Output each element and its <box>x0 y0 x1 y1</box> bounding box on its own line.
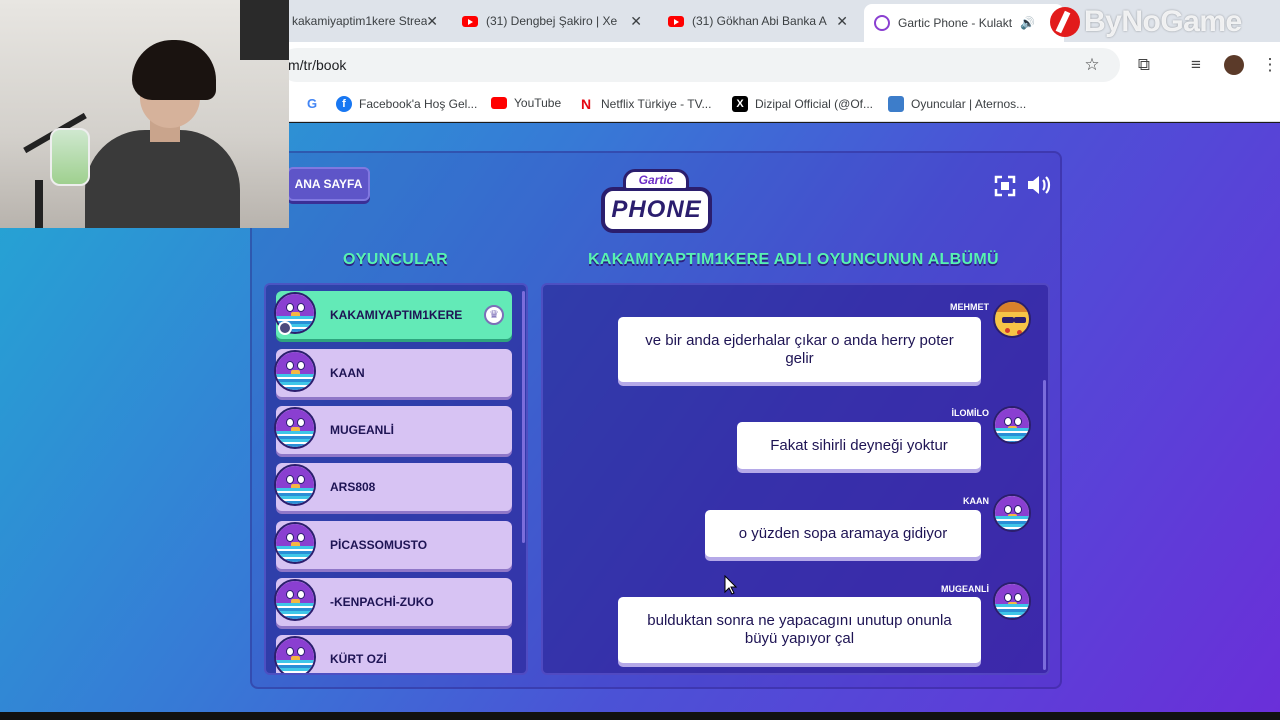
pizza-avatar-icon <box>993 300 1031 338</box>
url-text: m/tr/book <box>288 57 347 73</box>
bird-avatar-icon <box>993 582 1031 620</box>
bird-avatar-icon <box>274 350 316 392</box>
youtube-icon <box>462 15 478 27</box>
player-card: ARS808 <box>274 463 512 511</box>
logo-main-text: PHONE <box>601 187 712 233</box>
youtube-icon <box>491 97 507 109</box>
bird-avatar-icon <box>993 406 1031 444</box>
album-author: MEHMET <box>950 302 989 312</box>
album-message-text: ve bir anda ejderhalar çıkar o anda herr… <box>645 331 954 367</box>
player-card: -KENPACHİ-ZUKO <box>274 578 512 626</box>
tab-title: (31) Gökhan Abi Banka A <box>692 14 827 28</box>
player-name: ARS808 <box>330 480 376 494</box>
players-panel: KAKAMIYAPTIM1KERE ♛ KAAN MUGEANLİ ARS808 <box>264 283 528 675</box>
bookmark-label: YouTube <box>514 96 562 110</box>
player-card: KAAN <box>274 349 512 397</box>
netflix-icon: N <box>580 96 592 112</box>
bookmark-facebook[interactable]: f Facebook'a Hoş Gel... <box>336 96 477 112</box>
close-tab-icon[interactable]: ✕ <box>630 13 642 30</box>
gartic-phone-logo: PHONE Gartic <box>601 169 712 239</box>
tab-youtube-dengbej[interactable]: (31) Dengbej Şakiro | Xe ✕ <box>452 6 652 36</box>
player-card: MUGEANLİ <box>274 406 512 454</box>
player-card: KÜRT OZİ <box>274 635 512 673</box>
profile-avatar[interactable] <box>1224 55 1244 75</box>
bookmark-aternos[interactable]: Oyuncular | Aternos... <box>888 96 1026 112</box>
player-card-host: KAKAMIYAPTIM1KERE ♛ <box>274 291 512 339</box>
players-title: OYUNCULAR <box>343 251 448 268</box>
album-title: KAKAMIYAPTIM1KERE ADLI OYUNCUNUN ALBÜMÜ <box>588 251 999 268</box>
album-message: o yüzden sopa aramaya gidiyor <box>705 510 981 557</box>
bynogame-logo-icon <box>1050 7 1080 37</box>
bird-avatar-icon <box>993 494 1031 532</box>
tab-title: kakamiyaptim1kere Strea <box>292 14 428 28</box>
tab-gartic-phone[interactable]: Gartic Phone - Kulakt 🔊 <box>864 4 1064 42</box>
bookmark-dizipal[interactable]: X Dizipal Official (@Of... <box>732 96 873 112</box>
google-icon[interactable]: G <box>304 96 327 112</box>
logo-top-text: Gartic <box>623 169 689 191</box>
extensions-icon[interactable]: ⧉ <box>1134 55 1154 75</box>
bird-avatar-icon <box>274 579 316 621</box>
bookmark-label: Dizipal Official (@Of... <box>755 97 873 111</box>
bookmark-youtube[interactable]: YouTube <box>491 96 561 110</box>
bookmark-label: Facebook'a Hoş Gel... <box>359 97 478 111</box>
bird-avatar-icon <box>274 407 316 449</box>
home-button[interactable]: ANA SAYFA <box>287 167 370 201</box>
watermark-text: ByNoGame <box>1084 5 1242 38</box>
player-card: PİCASSOMUSTO <box>274 521 512 569</box>
more-menu-icon[interactable]: ⋮ <box>1260 55 1280 75</box>
crown-icon: ♛ <box>484 305 504 325</box>
album-author: MUGEANLİ <box>941 584 989 594</box>
album-message-text: o yüzden sopa aramaya gidiyor <box>738 524 948 542</box>
webcam-overlay <box>0 0 289 228</box>
close-tab-icon[interactable]: ✕ <box>836 13 848 30</box>
gartic-phone-icon <box>874 15 890 31</box>
youtube-icon <box>668 15 684 27</box>
bookmark-label: Oyuncular | Aternos... <box>911 97 1027 111</box>
player-name: -KENPACHİ-ZUKO <box>330 595 434 609</box>
album-message: ve bir anda ejderhalar çıkar o anda herr… <box>618 317 981 382</box>
bottom-edge <box>0 712 1280 720</box>
aternos-icon <box>888 96 904 112</box>
album-message: bulduktan sonra ne yapacagını unutup onu… <box>618 597 981 663</box>
album-panel: MEHMET ve bir anda ejderhalar çıkar o an… <box>541 283 1050 675</box>
tab-title: (31) Dengbej Şakiro | Xe <box>486 14 618 28</box>
address-bar[interactable]: m/tr/book <box>280 48 1120 82</box>
bird-avatar-icon <box>274 464 316 506</box>
player-name: KAKAMIYAPTIM1KERE <box>330 308 463 322</box>
bookmark-star-icon[interactable]: ☆ <box>1082 55 1102 75</box>
bookmark-netflix[interactable]: N Netflix Türkiye - TV... <box>578 96 712 112</box>
fullscreen-icon[interactable] <box>994 175 1016 197</box>
bird-avatar-icon <box>274 636 316 673</box>
player-name: MUGEANLİ <box>330 423 394 437</box>
players-scrollbar[interactable] <box>522 291 525 543</box>
player-name: PİCASSOMUSTO <box>330 538 428 552</box>
sound-icon[interactable] <box>1026 173 1052 197</box>
album-message-text: Fakat sihirli deyneği yoktur <box>770 436 948 454</box>
album-scrollbar[interactable] <box>1043 380 1046 670</box>
bynogame-watermark: ByNoGame <box>1050 2 1242 42</box>
microphone-icon <box>50 128 90 186</box>
facebook-icon: f <box>336 96 352 112</box>
album-author: İLOMİLO <box>951 408 990 418</box>
speaker-tab-icon: 🔊 <box>1020 16 1036 30</box>
bird-avatar-icon <box>274 522 316 564</box>
tab-title: Gartic Phone - Kulakt <box>898 16 1013 30</box>
tab-youtube-gokhan[interactable]: (31) Gökhan Abi Banka A ✕ <box>658 6 858 36</box>
media-control-icon[interactable]: ≡ <box>1186 55 1206 75</box>
player-name: KÜRT OZİ <box>330 652 387 666</box>
album-message: Fakat sihirli deyneği yoktur <box>737 422 981 469</box>
x-icon: X <box>732 96 748 112</box>
close-tab-icon[interactable]: ✕ <box>426 13 438 30</box>
album-author: KAAN <box>963 496 989 506</box>
bookmark-label: Netflix Türkiye - TV... <box>601 97 712 111</box>
album-message-text: bulduktan sonra ne yapacagını unutup onu… <box>647 612 952 647</box>
tab-stream[interactable]: kakamiyaptim1kere Strea ✕ <box>282 6 448 36</box>
mouse-cursor-icon <box>724 575 738 595</box>
player-name: KAAN <box>330 366 365 380</box>
user-badge-icon <box>278 321 292 335</box>
